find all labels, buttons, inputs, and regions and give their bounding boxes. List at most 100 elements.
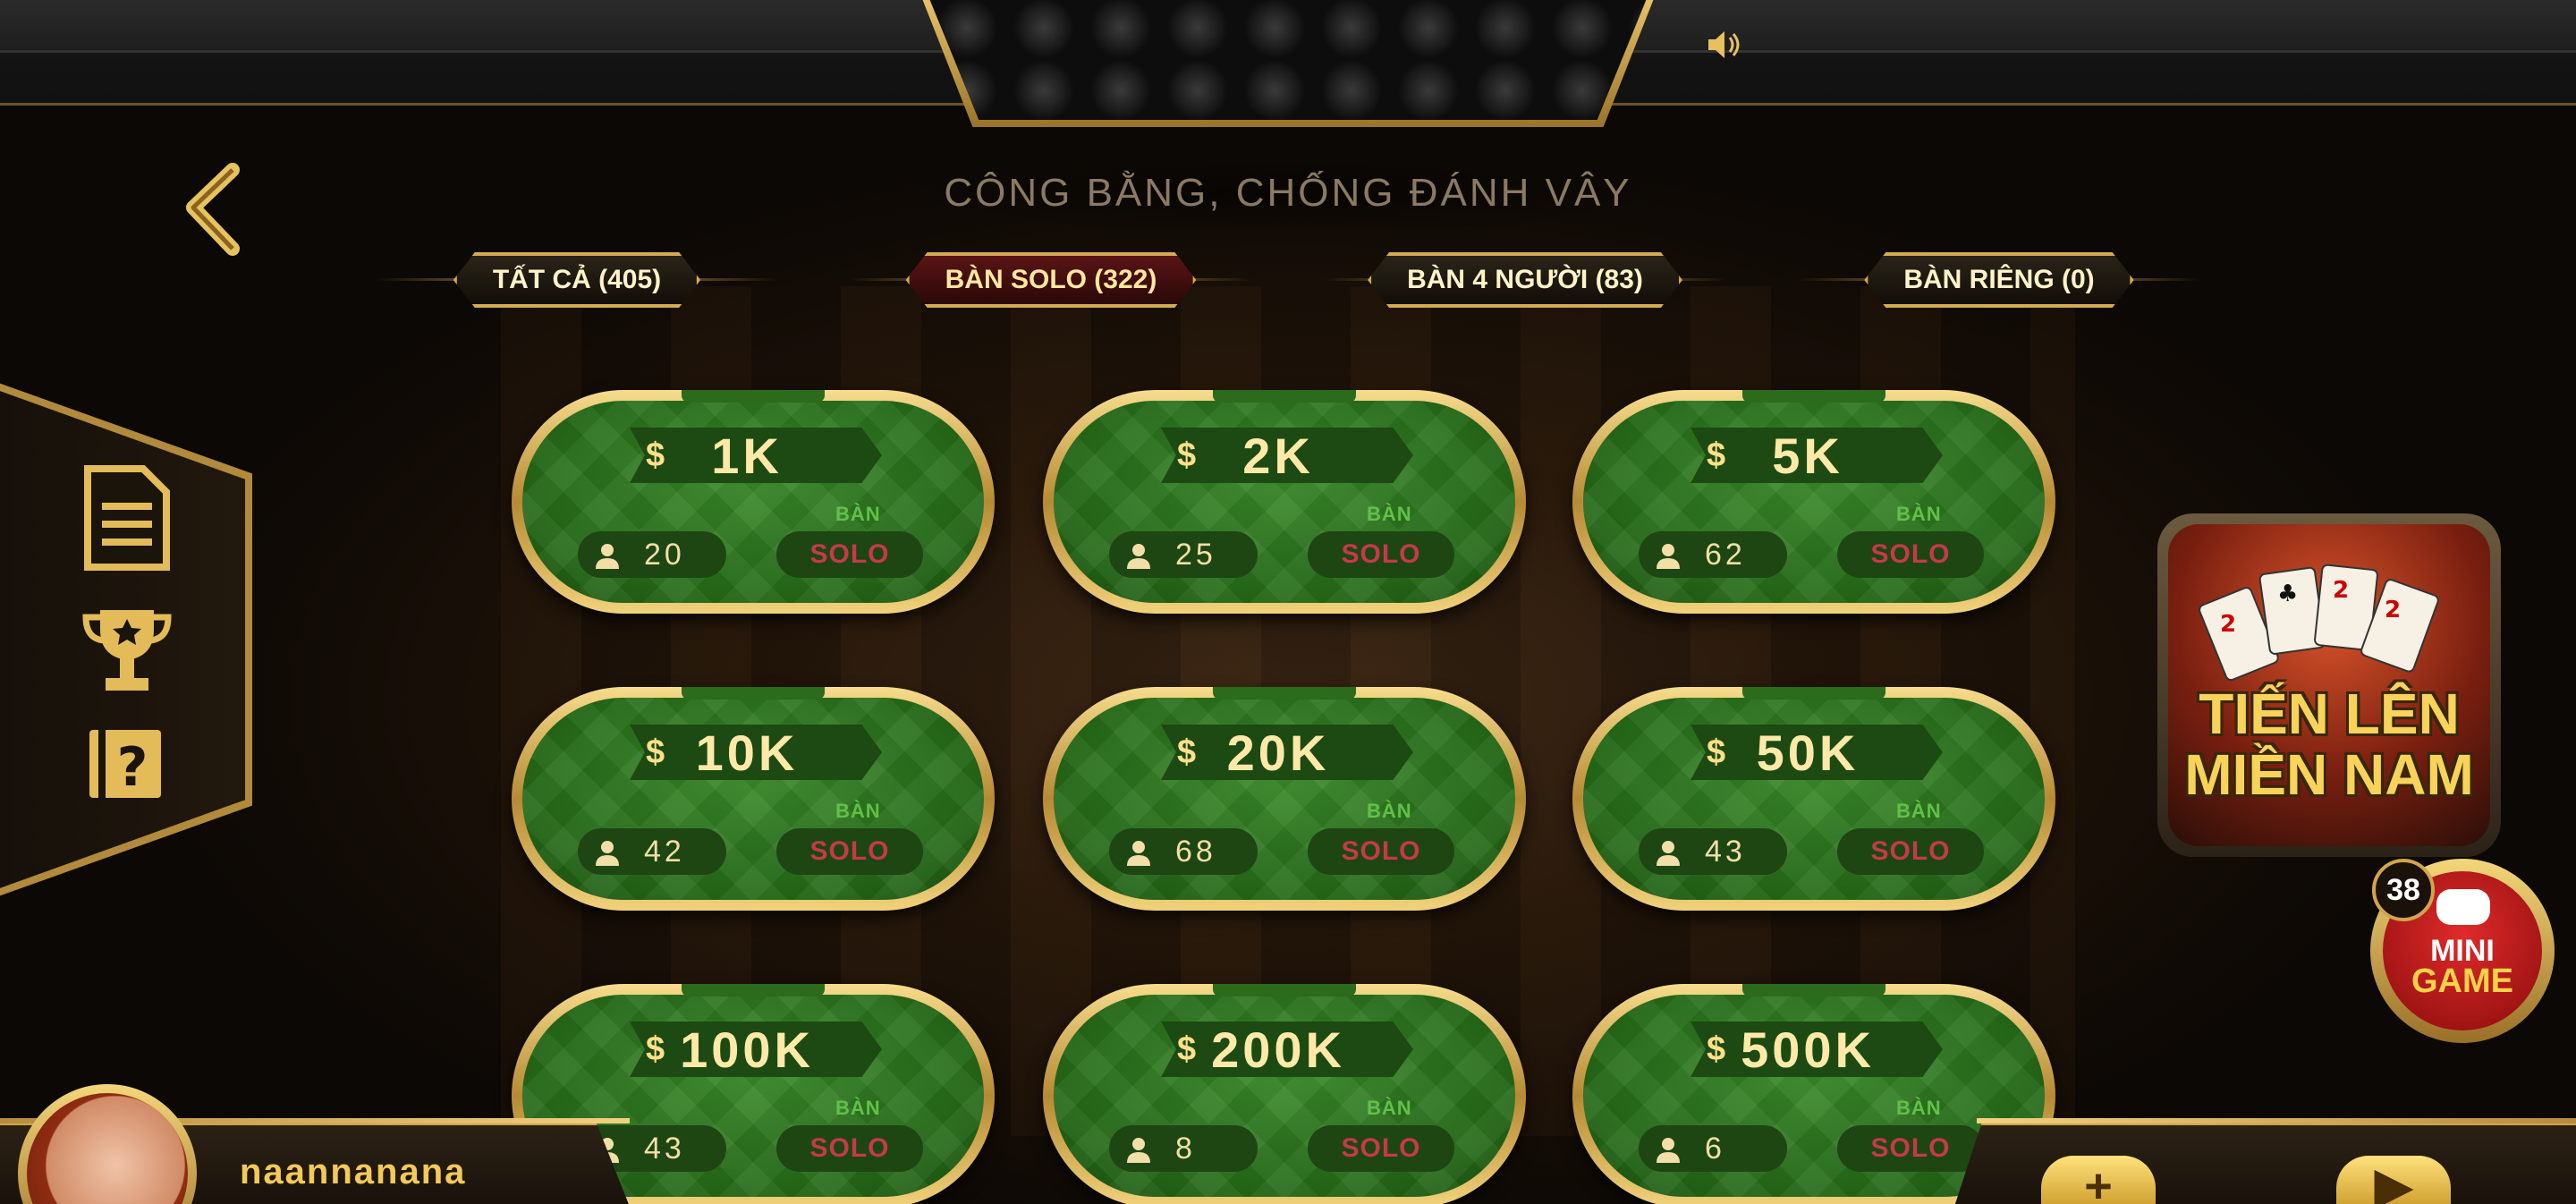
play-glyph: ▶ [2375, 1159, 2412, 1204]
solo-label: SOLO [1837, 531, 1984, 578]
bet-band: $100K [630, 1022, 882, 1077]
table-card[interactable]: $20K BÀN 68 SOLO [1043, 687, 1526, 911]
user-icon [1127, 1138, 1150, 1163]
help-book-icon[interactable]: ? [80, 726, 174, 825]
username: naannanana [240, 1152, 467, 1191]
player-count: 68 [1109, 828, 1258, 875]
gamepad-icon [2436, 889, 2490, 925]
svg-text:2: 2 [2333, 577, 2349, 604]
solo-label: SOLO [776, 531, 923, 578]
player-count: 62 [1639, 531, 1787, 578]
svg-text:2: 2 [2385, 597, 2401, 623]
back-arrow-icon[interactable] [179, 161, 250, 259]
solo-label: SOLO [1837, 828, 1984, 875]
table-notch [1213, 390, 1356, 403]
tab-all[interactable]: TẤT CẢ (405) [376, 252, 778, 308]
mini-game-label-2: GAME [2411, 962, 2513, 1000]
slogan: CÔNG BẰNG, CHỐNG ĐÁNH VÂY [894, 152, 1682, 234]
tab-private[interactable]: BÀN RIÊNG (0) [1798, 252, 2200, 308]
table-notch [1742, 390, 1885, 403]
bet-value: 2K [1242, 427, 1314, 484]
bet-band: $20K [1161, 725, 1413, 780]
user-icon [596, 544, 619, 569]
table-type-label: BÀN [1896, 800, 1942, 822]
bet-band: $5K [1690, 428, 1943, 483]
playing-cards-icon: 2 ♣ 2 2 [2199, 564, 2439, 682]
player-count-value: 6 [1705, 1132, 1725, 1166]
user-icon [1657, 1138, 1680, 1163]
table-type-label: BÀN [835, 1097, 881, 1119]
player-count: 8 [1109, 1125, 1258, 1172]
bet-value: 50K [1756, 724, 1860, 781]
bet-value: 100K [680, 1021, 814, 1078]
speaker-icon[interactable] [1705, 25, 1744, 64]
table-notch [1742, 687, 1885, 700]
player-count: 6 [1639, 1125, 1787, 1172]
avatar-image [27, 1093, 188, 1204]
tab-4-players[interactable]: BÀN 4 NGƯỜI (83) [1324, 252, 1726, 308]
player-count: 25 [1109, 531, 1258, 578]
player-count: 43 [1639, 828, 1787, 875]
player-count-value: 43 [644, 1132, 685, 1166]
action-bar-edge [1977, 1118, 2576, 1123]
trophy-icon[interactable] [80, 605, 174, 703]
table-card[interactable]: $50K BÀN 43 SOLO [1572, 687, 2055, 911]
bet-value: 5K [1772, 427, 1843, 484]
table-card[interactable]: $5K BÀN 62 SOLO [1572, 390, 2055, 614]
table-card[interactable]: $200K BÀN 8 SOLO [1043, 984, 1526, 1204]
document-icon[interactable] [80, 465, 174, 571]
table-notch [1213, 984, 1356, 996]
table-card[interactable]: $10K BÀN 42 SOLO [512, 687, 995, 911]
svg-text:♣: ♣ [2277, 581, 2298, 607]
bet-value: 1K [711, 427, 783, 484]
player-count-value: 62 [1705, 538, 1746, 572]
add-icon[interactable]: + [2041, 1156, 2156, 1204]
bet-value: 10K [695, 724, 799, 781]
table-type-label: BÀN [1367, 503, 1412, 525]
table-card[interactable]: $2K BÀN 25 SOLO [1043, 390, 1526, 614]
tab-label: BÀN 4 NGƯỜI (83) [1368, 252, 1682, 308]
user-icon [1657, 544, 1680, 569]
table-notch [682, 687, 825, 700]
player-count-value: 25 [1175, 538, 1216, 572]
user-icon [1127, 841, 1150, 866]
bet-band: $1K [630, 428, 882, 483]
table-notch [682, 984, 825, 996]
add-glyph: + [2084, 1159, 2113, 1204]
tab-solo[interactable]: BÀN SOLO (322) [850, 252, 1252, 308]
svg-text:2: 2 [2220, 611, 2236, 638]
player-count-value: 20 [644, 538, 685, 572]
bet-band: $10K [630, 725, 882, 780]
tab-label: TẤT CẢ (405) [453, 252, 700, 308]
solo-label: SOLO [776, 1125, 923, 1172]
solo-label: SOLO [1308, 1125, 1454, 1172]
user-icon [1657, 841, 1680, 866]
bet-band: $200K [1161, 1022, 1413, 1077]
solo-label: SOLO [1308, 828, 1454, 875]
svg-text:?: ? [117, 736, 148, 799]
player-count: 42 [578, 828, 726, 875]
player-count: 20 [578, 531, 726, 578]
bet-value: 20K [1226, 724, 1330, 781]
mini-game-label: MINI [2430, 934, 2495, 968]
tab-label: BÀN SOLO (322) [906, 252, 1197, 308]
top-emblem [928, 0, 1648, 120]
table-type-label: BÀN [1367, 1097, 1412, 1119]
bet-value: 500K [1741, 1021, 1875, 1078]
bet-band: $500K [1690, 1022, 1943, 1077]
play-icon[interactable]: ▶ [2336, 1156, 2451, 1204]
table-notch [1213, 687, 1356, 700]
table-type-label: BÀN [835, 800, 881, 822]
bet-band: $2K [1161, 428, 1413, 483]
table-type-label: BÀN [1896, 1097, 1942, 1119]
table-notch [1742, 984, 1885, 996]
game-logo[interactable]: 2 ♣ 2 2 TIẾN LÊN MIỀN NAM [2157, 513, 2501, 857]
player-count-value: 42 [644, 835, 685, 869]
mini-game-badge: 38 [2372, 859, 2435, 921]
player-count-value: 43 [1705, 835, 1746, 869]
table-card[interactable]: $1K BÀN 20 SOLO [512, 390, 995, 614]
game-title: TIẾN LÊN MIỀN NAM [2184, 682, 2474, 807]
user-icon [1127, 544, 1150, 569]
bet-band: $50K [1690, 725, 1943, 780]
solo-label: SOLO [1308, 531, 1454, 578]
